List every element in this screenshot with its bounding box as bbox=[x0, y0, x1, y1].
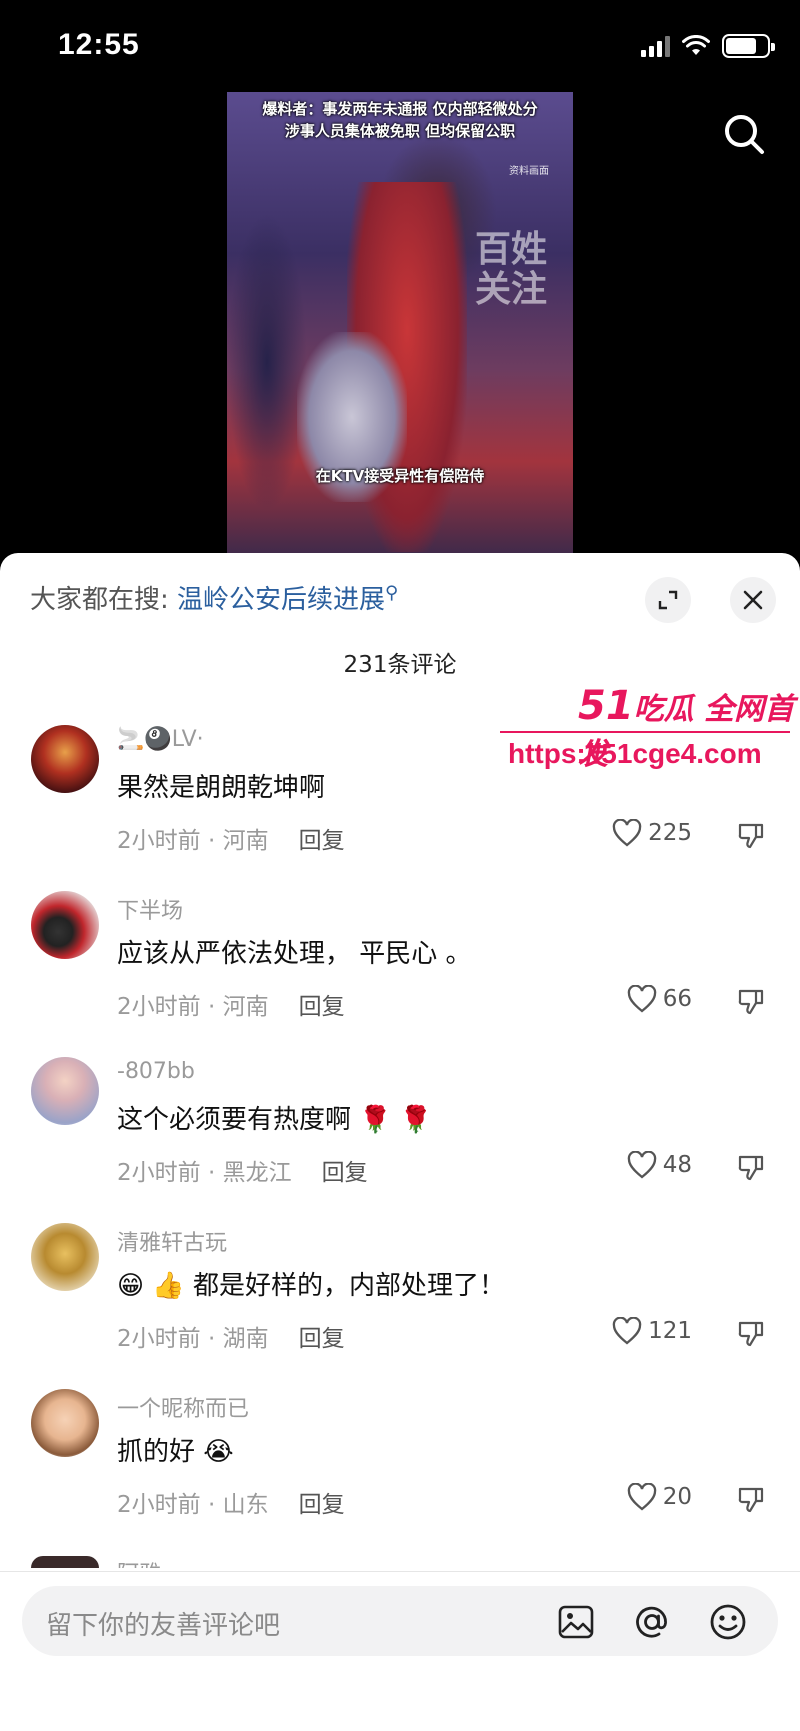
comment-time: 2小时前 bbox=[117, 1326, 201, 1352]
heart-icon bbox=[612, 819, 642, 847]
comment-username[interactable]: -807bb bbox=[117, 1059, 195, 1084]
wifi-icon bbox=[682, 35, 710, 55]
dislike-icon[interactable] bbox=[736, 1153, 766, 1183]
like-count: 20 bbox=[662, 1484, 692, 1510]
reply-button[interactable]: 回复 bbox=[299, 1326, 345, 1352]
expand-icon bbox=[658, 590, 678, 610]
comment-text: 😁 👍 都是好样的，内部处理了！ bbox=[117, 1271, 506, 1301]
comment-username[interactable]: 下半场 bbox=[117, 893, 183, 925]
comment-input[interactable]: 留下你的友善评论吧 bbox=[22, 1586, 778, 1656]
like-count: 225 bbox=[648, 820, 692, 846]
comment-input-bar: 留下你的友善评论吧 bbox=[0, 1571, 800, 1731]
video-subtitle: 在KTV接受异性有偿陪侍 bbox=[315, 467, 485, 485]
close-icon bbox=[743, 590, 763, 610]
comment-time: 2小时前 bbox=[117, 828, 201, 854]
comment-input-placeholder: 留下你的友善评论吧 bbox=[46, 1611, 281, 1641]
avatar[interactable] bbox=[31, 1389, 99, 1457]
hot-search[interactable]: 大家都在搜: 温岭公安后续进展⚲ bbox=[30, 579, 398, 616]
comment-item: -807bb 这个必须要有热度啊 🌹 🌹 2小时前 · 黑龙江 回复 48 bbox=[0, 1057, 800, 1223]
like-count: 66 bbox=[662, 986, 692, 1012]
comment-item: 🚬🎱LV· 果然是朗朗乾坤啊 2小时前 · 河南 回复 225 bbox=[0, 725, 800, 891]
comment-meta: 2小时前 · 河南 回复 bbox=[117, 828, 345, 854]
image-icon[interactable] bbox=[556, 1602, 596, 1642]
comment-text: 果然是朗朗乾坤啊 bbox=[117, 773, 326, 803]
comment-meta: 2小时前 · 黑龙江 回复 bbox=[117, 1160, 368, 1186]
comment-location: 山东 bbox=[222, 1492, 269, 1518]
dislike-icon[interactable] bbox=[736, 987, 766, 1017]
comment-time: 2小时前 bbox=[117, 1160, 201, 1186]
avatar[interactable] bbox=[31, 891, 99, 959]
search-icon[interactable] bbox=[722, 112, 766, 156]
video-caption-line1: 爆料者：事发两年未通报 仅内部轻微处分 bbox=[262, 100, 538, 118]
avatar[interactable] bbox=[31, 1556, 99, 1568]
comment-meta: 2小时前 · 河南 回复 bbox=[117, 994, 345, 1020]
comment-count: 231条评论 bbox=[343, 652, 457, 678]
reply-button[interactable]: 回复 bbox=[322, 1160, 368, 1186]
like-button[interactable]: 225 bbox=[612, 819, 692, 847]
hot-search-prefix: 大家都在搜: bbox=[30, 585, 169, 615]
dislike-icon[interactable] bbox=[736, 1319, 766, 1349]
heart-icon bbox=[627, 985, 656, 1013]
avatar[interactable] bbox=[31, 1057, 99, 1125]
reply-button[interactable]: 回复 bbox=[299, 994, 345, 1020]
status-bar: 12:55 bbox=[0, 0, 800, 90]
at-icon[interactable] bbox=[632, 1602, 672, 1642]
heart-icon bbox=[627, 1483, 656, 1511]
like-count: 48 bbox=[662, 1152, 692, 1178]
comment-meta: 2小时前 · 山东 回复 bbox=[117, 1492, 345, 1518]
like-count: 121 bbox=[648, 1318, 692, 1344]
battery-fill bbox=[726, 38, 756, 54]
expand-button[interactable] bbox=[645, 577, 691, 623]
comment-username[interactable]: 🚬🎱LV· bbox=[117, 727, 204, 752]
promo-title-num: 51 bbox=[578, 683, 634, 729]
like-button[interactable]: 121 bbox=[612, 1317, 692, 1345]
video-caption: 爆料者：事发两年未通报 仅内部轻微处分 涉事人员集体被免职 但均保留公职 bbox=[227, 98, 573, 142]
video-player[interactable]: 爆料者：事发两年未通报 仅内部轻微处分 涉事人员集体被免职 但均保留公职 资料画… bbox=[227, 92, 573, 554]
like-button[interactable]: 66 bbox=[627, 985, 692, 1013]
video-caption-line2: 涉事人员集体被免职 但均保留公职 bbox=[284, 122, 516, 140]
comment-text: 这个必须要有热度啊 🌹 🌹 bbox=[117, 1105, 433, 1135]
status-icons bbox=[641, 34, 775, 58]
like-button[interactable]: 48 bbox=[627, 1151, 692, 1179]
comment-item: 一个昵称而已 抓的好 😭 2小时前 · 山东 回复 20 bbox=[0, 1389, 800, 1555]
status-time: 12:55 bbox=[58, 28, 140, 61]
dislike-icon[interactable] bbox=[736, 1485, 766, 1515]
battery-icon bbox=[722, 34, 775, 58]
comment-location: 湖南 bbox=[222, 1326, 269, 1352]
comment-item: 清雅轩古玩 😁 👍 都是好样的，内部处理了！ 2小时前 · 湖南 回复 121 bbox=[0, 1223, 800, 1389]
video-watermark: 百姓关注 bbox=[474, 229, 547, 310]
reply-button[interactable]: 回复 bbox=[299, 1492, 345, 1518]
hot-search-link[interactable]: 温岭公安后续进展 bbox=[177, 585, 385, 615]
heart-icon bbox=[612, 1317, 642, 1345]
comment-text: 应该从严依法处理， 平民心 。 bbox=[117, 939, 472, 969]
comment-location: 黑龙江 bbox=[222, 1160, 292, 1186]
comment-sheet: 大家都在搜: 温岭公安后续进展⚲ 231条评论 51吃瓜 全网首发 https:… bbox=[0, 553, 800, 1731]
like-button[interactable]: 20 bbox=[627, 1483, 692, 1511]
comment-username[interactable]: 清雅轩古玩 bbox=[117, 1225, 227, 1257]
magnifier-icon: ⚲ bbox=[385, 582, 399, 604]
signal-icon bbox=[641, 35, 670, 57]
emoji-icon[interactable] bbox=[708, 1602, 748, 1642]
comment-location: 河南 bbox=[222, 828, 269, 854]
heart-icon bbox=[627, 1151, 656, 1179]
avatar[interactable] bbox=[31, 1223, 99, 1291]
comment-username[interactable]: 一个昵称而已 bbox=[117, 1391, 249, 1423]
video-tag: 资料画面 bbox=[509, 166, 549, 177]
comment-time: 2小时前 bbox=[117, 1492, 201, 1518]
comment-location: 河南 bbox=[222, 994, 269, 1020]
dislike-icon[interactable] bbox=[736, 821, 766, 851]
reply-button[interactable]: 回复 bbox=[299, 828, 345, 854]
close-button[interactable] bbox=[730, 577, 776, 623]
comment-username[interactable]: 阿雅 bbox=[117, 1556, 161, 1568]
comment-time: 2小时前 bbox=[117, 994, 201, 1020]
comment-meta: 2小时前 · 湖南 回复 bbox=[117, 1326, 345, 1352]
comment-item: 下半场 应该从严依法处理， 平民心 。 2小时前 · 河南 回复 66 bbox=[0, 891, 800, 1057]
comment-text: 抓的好 😭 bbox=[117, 1437, 234, 1467]
avatar[interactable] bbox=[31, 725, 99, 793]
